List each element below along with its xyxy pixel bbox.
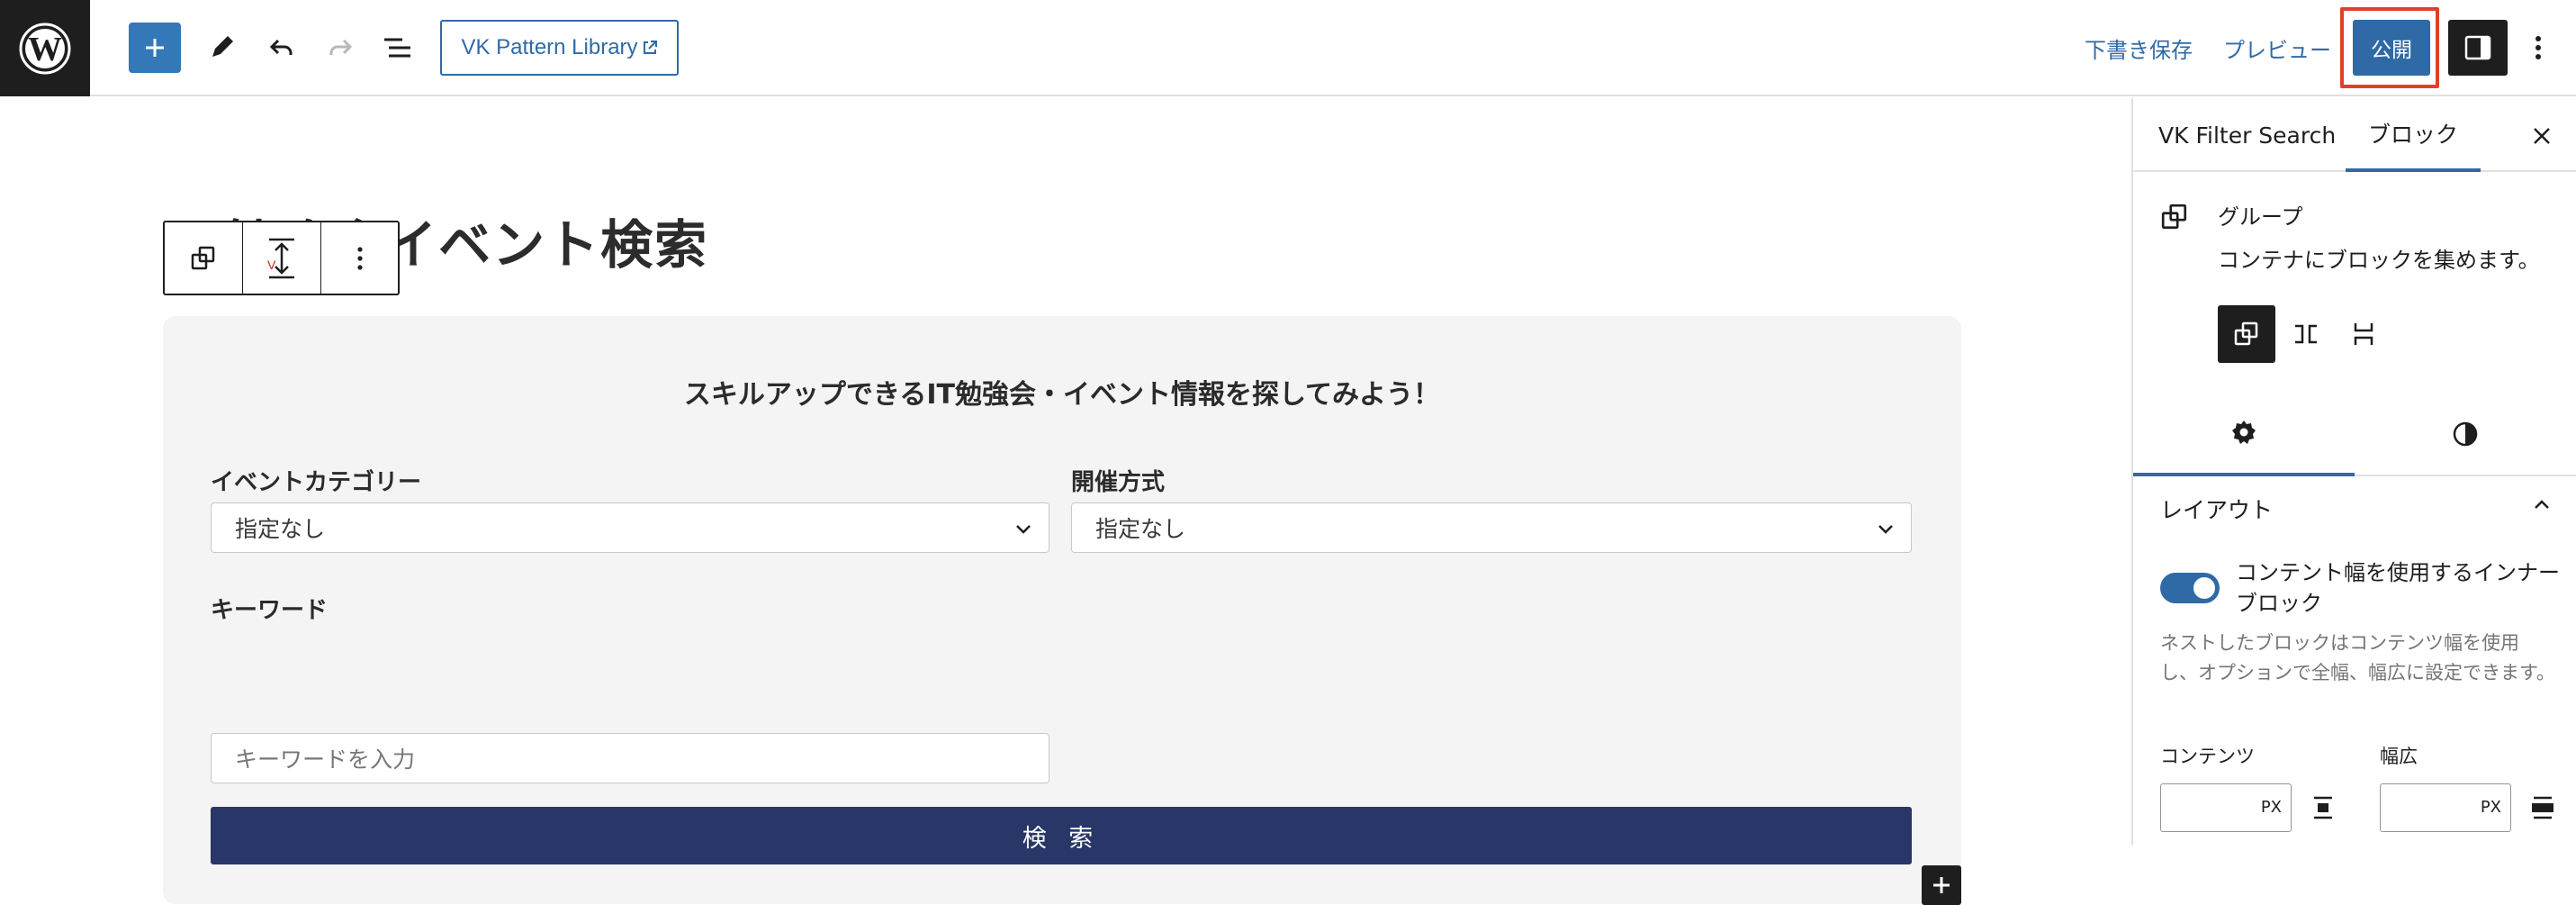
plus-icon: [1933, 877, 1950, 893]
wide-size-input[interactable]: PX: [2380, 783, 2511, 832]
block-description: コンテナにブロックを集めます。: [2218, 248, 2540, 273]
stack-variant-button[interactable]: [2335, 305, 2392, 363]
inner-content-width-toggle[interactable]: [2160, 573, 2220, 603]
wide-unit-label: PX: [2480, 798, 2501, 817]
tab-vk-filter-search[interactable]: VK Filter Search: [2158, 98, 2336, 172]
svg-text:W: W: [28, 31, 62, 68]
stack-icon: [2354, 323, 2373, 345]
tab-settings[interactable]: [2133, 392, 2355, 476]
block-options-button[interactable]: [321, 222, 398, 294]
settings-toggle-button[interactable]: [2448, 20, 2508, 76]
group-block-icon: [2161, 204, 2187, 230]
keyword-input[interactable]: キーワードを入力: [211, 733, 1049, 783]
format-select-value: 指定なし: [1095, 516, 1186, 542]
content-justify-button[interactable]: [2307, 792, 2339, 824]
format-label: 開催方式: [1071, 469, 1166, 496]
undo-icon: [269, 39, 293, 55]
pattern-library-button[interactable]: VK Pattern Library: [440, 20, 679, 76]
external-link-icon: [643, 41, 657, 54]
chevron-up-icon[interactable]: [2531, 494, 2553, 516]
layout-panel-title[interactable]: レイアウト: [2160, 493, 2273, 525]
append-block-button[interactable]: [1922, 865, 1961, 905]
group-heading: スキルアップできるIT勉強会・イベント情報を探してみよう！: [683, 379, 1441, 411]
chevron-down-icon: [1878, 525, 1893, 534]
content-unit-label: PX: [2260, 798, 2282, 817]
content-size-input[interactable]: PX: [2160, 783, 2292, 832]
move-vertical-icon: V: [267, 238, 294, 278]
pencil-icon: [212, 36, 233, 57]
layout-help-text: ネストしたブロックはコンテンツ幅を使用し、オプションで全幅、幅広に設定できます。: [2160, 632, 2555, 683]
wordpress-logo-icon[interactable]: W: [0, 0, 90, 96]
settings-panel-icon: [2464, 35, 2491, 60]
publish-button[interactable]: 公開: [2353, 20, 2430, 76]
pattern-library-label: VK Pattern Library: [461, 35, 638, 59]
editor-canvas: IT勉強会イベント検索 V スキルアップできるIT勉強会・イベント情報を探してみ…: [0, 98, 2131, 905]
group-block-icon: [2234, 321, 2258, 346]
preview-button[interactable]: プレビュー: [2223, 20, 2331, 76]
group-variant-button[interactable]: [2218, 305, 2275, 363]
tab-block[interactable]: ブロック: [2346, 98, 2481, 172]
keyword-label: キーワード: [211, 597, 329, 624]
save-draft-button[interactable]: 下書き保存: [2085, 20, 2193, 76]
wide-size-label: 幅広: [2380, 746, 2418, 767]
move-block-button[interactable]: V: [243, 222, 321, 294]
more-vertical-icon: [2535, 36, 2541, 59]
wide-justify-button[interactable]: [2526, 792, 2559, 824]
gear-icon: [2232, 421, 2256, 444]
contrast-icon: [2453, 421, 2478, 447]
settings-style-tabs: [2133, 392, 2576, 476]
block-type-button[interactable]: [165, 222, 243, 294]
category-select[interactable]: 指定なし: [211, 502, 1049, 553]
justify-center-icon: [2532, 796, 2553, 819]
content-size-label: コンテンツ: [2160, 746, 2255, 767]
block-name: グループ: [2218, 204, 2303, 230]
add-block-button[interactable]: [129, 23, 181, 73]
search-button[interactable]: 検 索: [211, 807, 1912, 864]
chevron-down-icon: [1016, 525, 1031, 534]
svg-text:V: V: [267, 258, 276, 272]
tab-styles[interactable]: [2355, 392, 2576, 476]
editor-header: W VK Pattern Library 下書き保存 プレビュー 公開: [0, 0, 2576, 96]
sidebar-tabs: VK Filter Search ブロック: [2133, 98, 2576, 172]
options-menu-button[interactable]: [2520, 20, 2556, 76]
tools-button[interactable]: [194, 20, 248, 76]
redo-icon: [329, 39, 353, 55]
plus-icon: [146, 39, 164, 57]
format-select[interactable]: 指定なし: [1071, 502, 1912, 553]
category-label: イベントカテゴリー: [211, 469, 422, 496]
row-icon: [2295, 324, 2317, 344]
group-block[interactable]: スキルアップできるIT勉強会・イベント情報を探してみよう！ イベントカテゴリー …: [163, 316, 1961, 904]
list-view-icon: [384, 38, 410, 58]
keyword-placeholder: キーワードを入力: [235, 747, 416, 773]
close-icon: [2534, 128, 2550, 144]
redo-button[interactable]: [313, 20, 367, 76]
category-select-value: 指定なし: [235, 516, 326, 542]
more-vertical-icon: [356, 246, 363, 270]
list-view-button[interactable]: [370, 20, 424, 76]
row-variant-button[interactable]: [2277, 305, 2335, 363]
toggle-label: コンテント幅を使用するインナーブロック: [2236, 560, 2560, 616]
block-toolbar: V: [163, 221, 400, 295]
group-block-icon: [191, 246, 215, 269]
settings-sidebar: VK Filter Search ブロック グループ コンテナにブロックを集めま…: [2131, 98, 2576, 845]
close-sidebar-button[interactable]: [2524, 118, 2560, 154]
undo-button[interactable]: [255, 20, 309, 76]
justify-center-icon: [2314, 796, 2332, 819]
